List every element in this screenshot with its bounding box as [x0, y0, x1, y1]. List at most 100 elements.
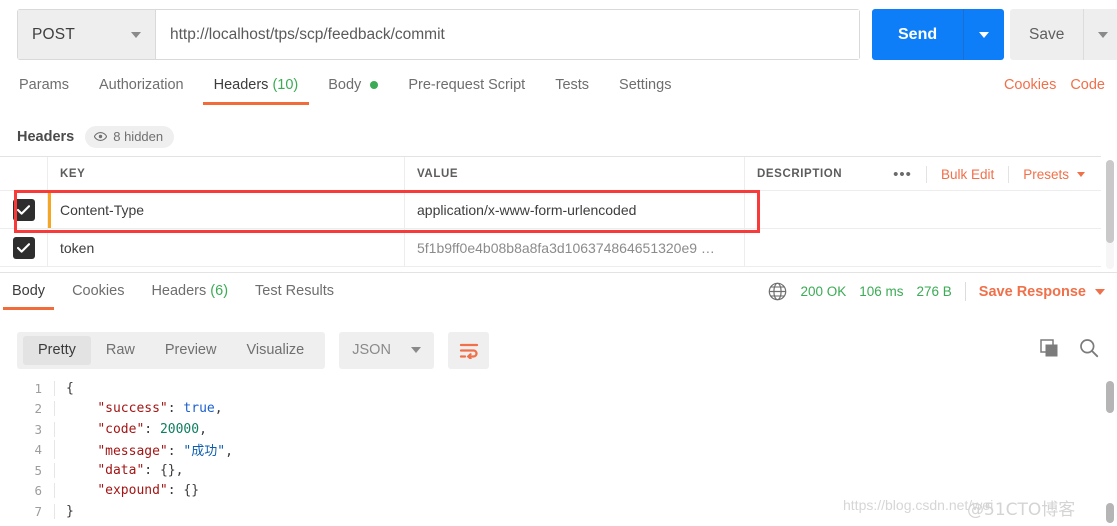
save-button-group: Save [1010, 9, 1117, 60]
chevron-down-icon [1077, 171, 1085, 177]
postman-window: POST http://localhost/tps/scp/feedback/c… [0, 0, 1117, 526]
response-view-switcher: Pretty Raw Preview Visualize [17, 331, 326, 369]
column-header-value: VALUE [405, 157, 745, 190]
search-icon[interactable] [1079, 338, 1099, 358]
view-raw-button[interactable]: Raw [91, 336, 150, 365]
globe-icon[interactable] [768, 282, 787, 301]
hidden-headers-count: 8 hidden [113, 129, 164, 144]
bulk-edit-button[interactable]: Bulk Edit [927, 165, 1010, 183]
chevron-down-icon [1095, 288, 1105, 295]
view-visualize-button[interactable]: Visualize [231, 336, 319, 365]
code-line-row: 6 "expound": {} [0, 481, 1117, 502]
wrap-text-button[interactable] [448, 331, 490, 369]
request-url-bar: POST http://localhost/tps/scp/feedback/c… [0, 0, 1117, 70]
code-line-row: 5 "data": {}, [0, 460, 1117, 481]
row-enabled-checkbox[interactable] [12, 236, 35, 259]
tab-label: Settings [619, 77, 672, 93]
header-key-cell[interactable]: Content-Type [48, 191, 405, 228]
code-line-row: 2 "success": true, [0, 399, 1117, 420]
tab-headers[interactable]: Headers (10) [202, 74, 309, 105]
line-number: 4 [34, 442, 42, 458]
json-value: {} [159, 462, 176, 478]
json-key: "data" [97, 462, 145, 478]
line-number: 2 [34, 401, 42, 417]
row-enabled-checkbox[interactable] [12, 198, 35, 221]
header-value-cell[interactable]: application/x-www-form-urlencoded [405, 191, 745, 228]
response-format-select[interactable]: JSON [339, 331, 435, 369]
save-response-label: Save Response [978, 283, 1086, 300]
json-value: {} [183, 483, 200, 499]
header-value-text: 5f1b9ff0e4b08b8a8fa3d106374864651320e9 … [417, 239, 715, 256]
response-tab-bar: Body Cookies Headers (6) Test Results 20… [0, 272, 1117, 316]
view-preview-button[interactable]: Preview [150, 336, 232, 365]
presets-button[interactable]: Presets [1009, 166, 1101, 183]
tab-params[interactable]: Params [17, 74, 71, 105]
save-options-button[interactable] [1083, 9, 1117, 60]
response-size: 276 B [916, 284, 952, 299]
http-method-value: POST [32, 25, 76, 43]
eye-icon [94, 132, 108, 141]
tab-settings[interactable]: Settings [617, 74, 673, 105]
header-key-cell[interactable]: token [48, 229, 405, 266]
tab-label: Pre-request Script [408, 77, 526, 93]
code-line-row: 4 "message": "成功", [0, 440, 1117, 461]
http-method-select[interactable]: POST [18, 10, 156, 59]
response-tab-test-results[interactable]: Test Results [254, 273, 335, 310]
json-key: "message" [97, 444, 168, 460]
response-tab-body[interactable]: Body [2, 273, 55, 310]
response-body-tools-right [1040, 338, 1099, 358]
json-value: 20000 [159, 421, 200, 437]
tab-count: (6) [210, 283, 229, 299]
send-options-button[interactable] [963, 9, 1005, 60]
divider [964, 282, 966, 301]
column-label: KEY [60, 167, 86, 180]
copy-icon[interactable] [1040, 338, 1059, 358]
table-row[interactable]: Content-Type application/x-www-form-urle… [0, 191, 1101, 229]
response-body-code-viewer[interactable]: 1 { 2 "success": true, 3 "code": 20000, … [0, 378, 1117, 526]
save-response-button[interactable]: Save Response [979, 284, 1105, 300]
cookies-link[interactable]: Cookies [1004, 77, 1056, 93]
scrollbar-thumb[interactable] [1106, 381, 1114, 413]
view-pretty-button[interactable]: Pretty [23, 335, 91, 365]
tab-tests[interactable]: Tests [553, 74, 591, 105]
header-description-cell[interactable] [745, 229, 1101, 266]
scrollbar-thumb-lower[interactable] [1106, 503, 1114, 523]
json-key: "success" [97, 401, 168, 417]
response-tab-headers[interactable]: Headers (6) [150, 273, 229, 310]
hidden-headers-toggle[interactable]: 8 hidden [85, 126, 175, 148]
body-present-dot-icon [370, 81, 379, 90]
response-body-scrollbar[interactable] [1106, 381, 1114, 523]
row-checkbox-cell [0, 229, 48, 266]
json-key: "expound" [97, 483, 168, 499]
headers-table: KEY VALUE DESCRIPTION ••• Bulk Edit Pres… [0, 156, 1101, 269]
header-description-cell[interactable] [745, 191, 1101, 228]
more-actions-icon[interactable]: ••• [879, 165, 927, 183]
request-url-input[interactable]: http://localhost/tps/scp/feedback/commit [156, 10, 859, 59]
line-number: 6 [34, 483, 42, 499]
tab-body[interactable]: Body [326, 74, 380, 105]
headers-title: Headers [17, 129, 75, 145]
code-link[interactable]: Code [1070, 77, 1105, 93]
headers-subheader: Headers 8 hidden [0, 118, 1117, 156]
table-header-row: KEY VALUE DESCRIPTION ••• Bulk Edit Pres… [0, 157, 1101, 191]
save-button[interactable]: Save [1010, 9, 1083, 60]
header-checkbox-col [0, 157, 48, 190]
request-tab-bar: Params Authorization Headers (10) Body P… [0, 74, 1117, 114]
code-line-row: 3 "code": 20000, [0, 419, 1117, 440]
response-tab-cookies[interactable]: Cookies [71, 273, 125, 310]
tab-authorization[interactable]: Authorization [97, 74, 186, 105]
scrollbar-thumb[interactable] [1106, 160, 1114, 243]
line-number: 3 [34, 421, 42, 437]
tab-label: Body [328, 77, 362, 93]
chevron-down-icon [131, 31, 141, 38]
line-number: 1 [34, 380, 42, 396]
check-icon [17, 242, 30, 253]
json-value: true [183, 401, 215, 417]
tab-pre-request-script[interactable]: Pre-request Script [406, 74, 527, 105]
header-value-cell[interactable]: 5f1b9ff0e4b08b8a8fa3d106374864651320e9 … [405, 229, 745, 266]
column-label: VALUE [417, 167, 459, 180]
header-key-text: Content-Type [60, 201, 145, 218]
headers-table-scrollbar[interactable] [1106, 160, 1114, 269]
send-button[interactable]: Send [872, 9, 964, 60]
table-row[interactable]: token 5f1b9ff0e4b08b8a8fa3d1063748646513… [0, 229, 1101, 267]
